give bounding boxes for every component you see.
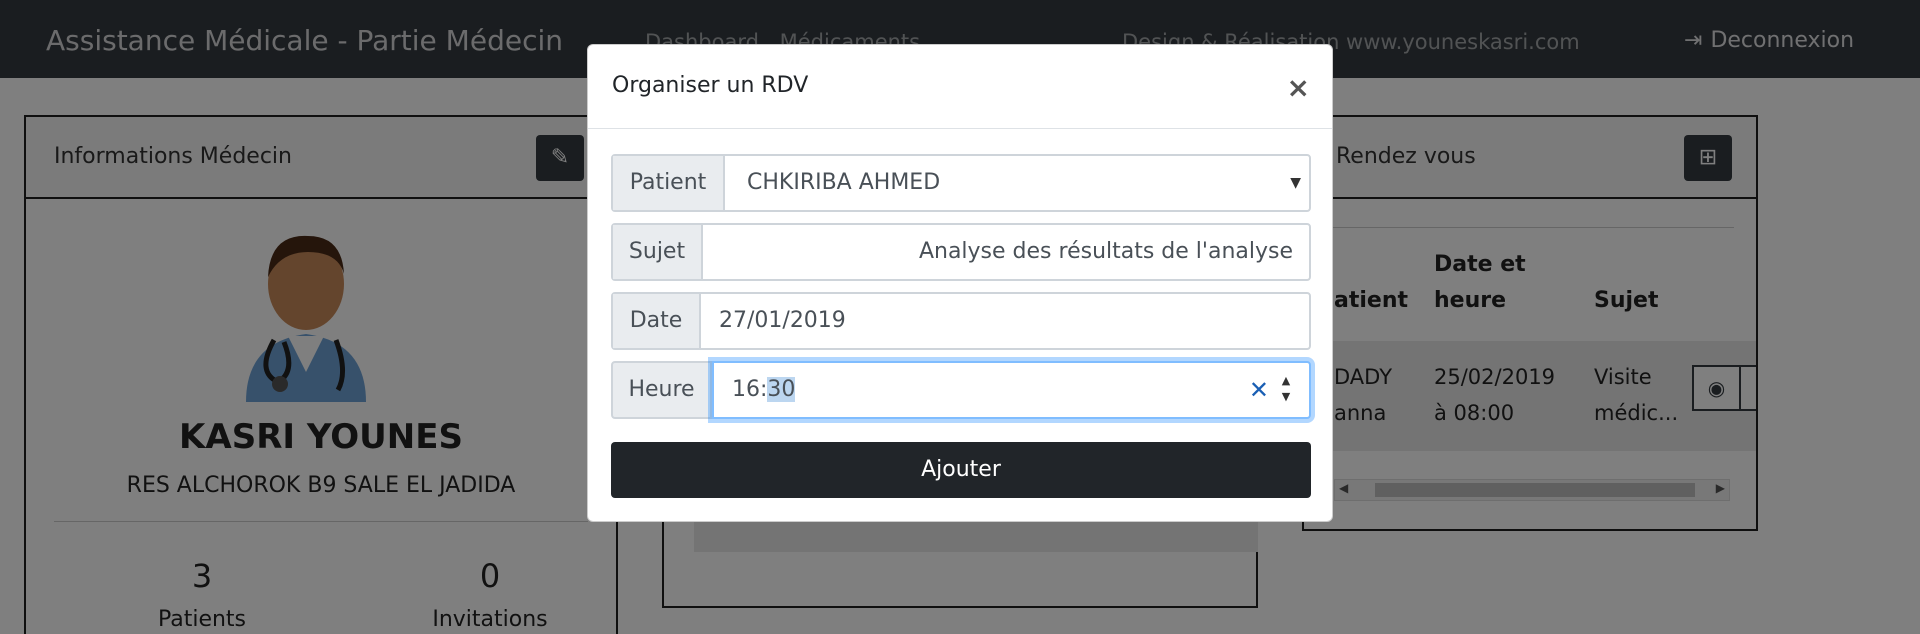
time-hours: 16: (732, 377, 768, 402)
add-button[interactable]: Ajouter (611, 442, 1311, 498)
modal-header: Organiser un RDV × (588, 45, 1332, 129)
time-value: 16:30 (732, 363, 796, 417)
date-value: 27/01/2019 (719, 308, 846, 333)
subject-value: Analyse des résultats de l'analyse (918, 239, 1293, 264)
time-minutes-selected: 30 (767, 377, 796, 402)
patient-select[interactable]: Patient CHKIRIBA AHMED ▼ (611, 154, 1311, 212)
subject-label: Sujet (613, 225, 703, 279)
modal-title: Organiser un RDV (612, 73, 809, 98)
time-label: Heure (628, 377, 695, 402)
subject-input[interactable]: Sujet Analyse des résultats de l'analyse (611, 223, 1311, 281)
time-input[interactable]: 16:30 ✕ ▲ ▼ (712, 361, 1311, 419)
close-button[interactable]: × (1287, 71, 1310, 104)
patient-value: CHKIRIBA AHMED (747, 170, 941, 195)
date-label: Date (613, 294, 701, 348)
chevron-down-icon: ▼ (1290, 175, 1301, 191)
spinner-icon[interactable]: ▲ ▼ (1277, 373, 1295, 405)
rdv-modal: Organiser un RDV × Patient CHKIRIBA AHME… (587, 44, 1333, 522)
clear-icon[interactable]: ✕ (1249, 363, 1269, 417)
date-input[interactable]: Date 27/01/2019 (611, 292, 1311, 350)
patient-label: Patient (613, 156, 725, 210)
time-label-box: Heure (611, 361, 712, 419)
